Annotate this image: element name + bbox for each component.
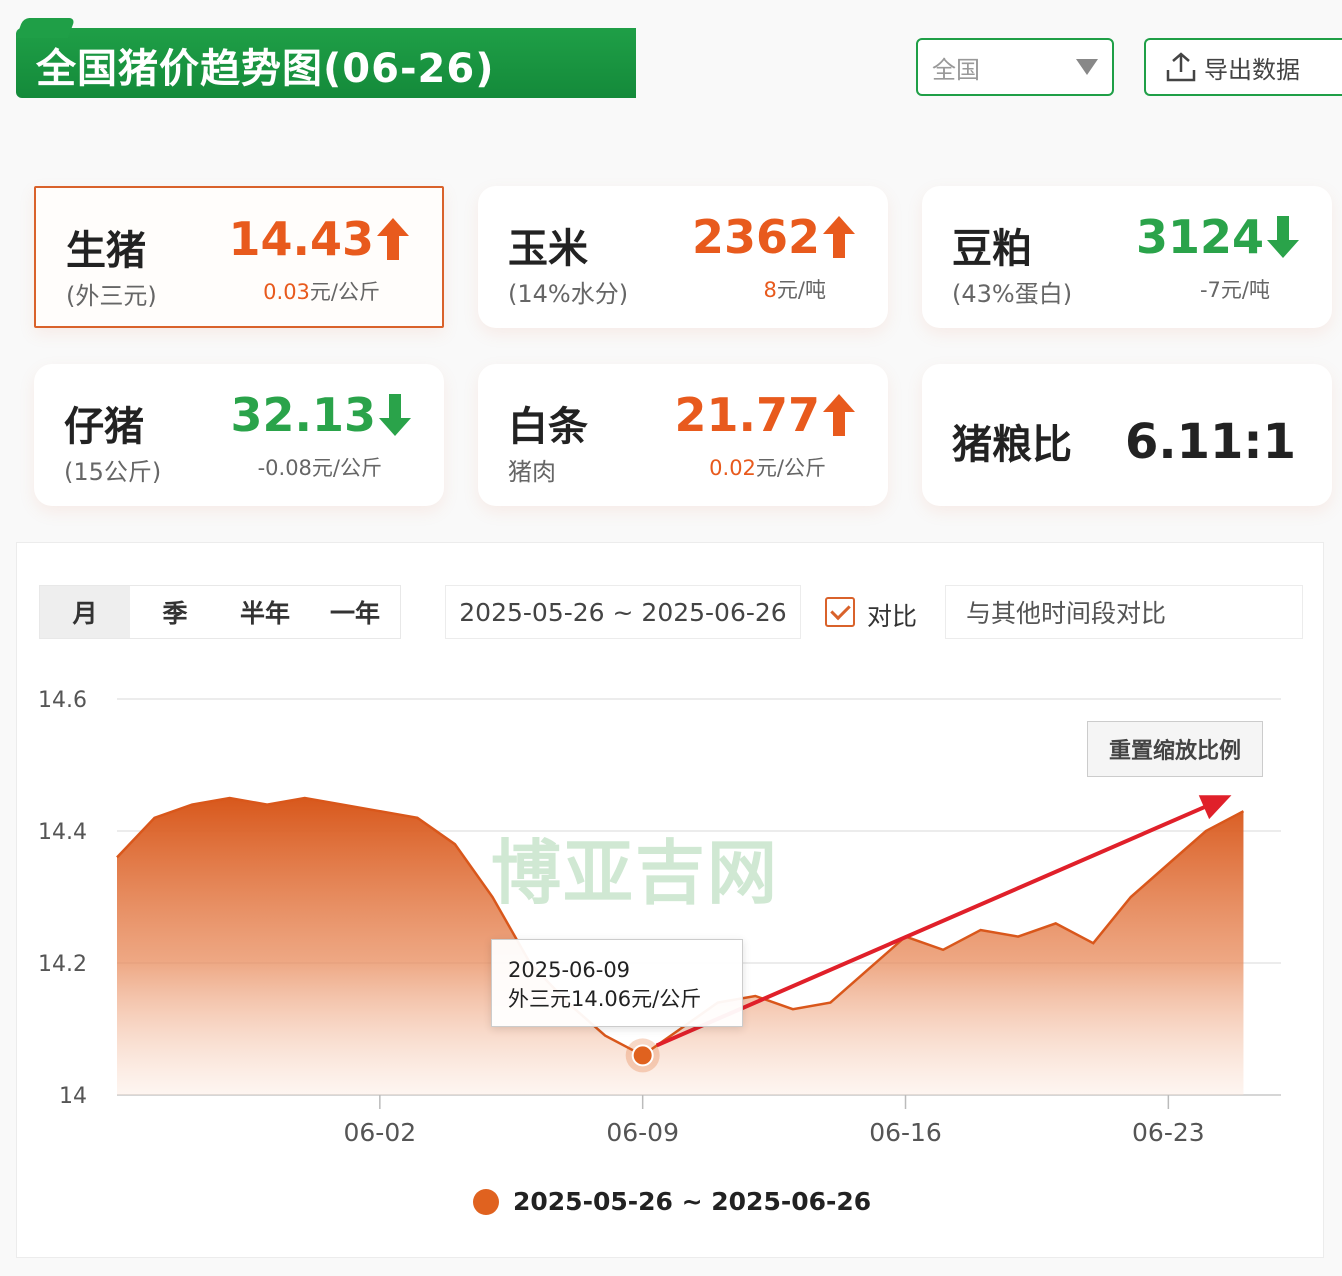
card-change: -7元/吨 (1200, 274, 1270, 304)
arrow-down-icon (1267, 216, 1299, 258)
y-tick-label: 14.6 (38, 688, 87, 713)
card-value-number: 32.13 (230, 388, 376, 442)
card-name: 玉米 (508, 226, 588, 272)
tooltip-text: 外三元14.06元/公斤 (508, 987, 702, 1011)
title-banner: 全国猪价趋势图(06-26) (16, 28, 636, 98)
region-select-value: 全国 (932, 55, 980, 84)
card-change-number: 0.03 (263, 280, 310, 304)
card-change: 0.02元/公斤 (709, 452, 826, 482)
x-tick-label: 06-23 (1132, 1118, 1205, 1147)
card-value: 32.13 (230, 388, 412, 442)
card-value-number: 14.43 (228, 212, 374, 266)
legend-label: 2025-05-26 ~ 2025-06-26 (513, 1187, 872, 1216)
card-change-unit: 元/公斤 (311, 456, 382, 480)
page-title: 全国猪价趋势图(06-26) (36, 46, 495, 92)
card-value: 3124 (1136, 210, 1300, 264)
card-value-number: 21.77 (674, 388, 820, 442)
card-change-unit: 元/吨 (1220, 278, 1270, 302)
card-change: 8元/吨 (764, 274, 826, 304)
reset-zoom-button[interactable]: 重置缩放比例 (1087, 721, 1263, 777)
card-soybean-meal[interactable]: 豆粕 (43%蛋白) 3124 -7元/吨 (922, 186, 1332, 328)
card-live-pig[interactable]: 生猪 (外三元) 14.43 0.03元/公斤 (34, 186, 444, 328)
arrow-up-icon (823, 216, 855, 258)
card-sub: (外三元) (66, 282, 157, 310)
card-corn[interactable]: 玉米 (14%水分) 2362 8元/吨 (478, 186, 888, 328)
card-value: 14.43 (228, 212, 410, 266)
card-sub: 猪肉 (508, 458, 556, 486)
y-tick-label: 14.2 (38, 952, 87, 977)
card-change-unit: 元/公斤 (755, 456, 826, 480)
card-change-unit: 元/公斤 (309, 280, 380, 304)
card-name: 猪粮比 (952, 422, 1072, 468)
arrow-down-icon (379, 394, 411, 436)
card-name: 白条 (508, 404, 588, 450)
x-tick-label: 06-16 (869, 1118, 942, 1147)
export-data-label: 导出数据 (1204, 55, 1300, 84)
card-change-number: 8 (763, 278, 777, 302)
chart-legend[interactable]: 2025-05-26 ~ 2025-06-26 (473, 1187, 871, 1216)
card-change-number: 0.02 (709, 456, 756, 480)
card-change-number: -7 (1199, 278, 1221, 302)
card-change: -0.08元/公斤 (258, 452, 382, 482)
x-tick-label: 06-02 (344, 1118, 417, 1147)
highlight-point (631, 1044, 654, 1067)
export-data-button[interactable]: 导出数据 (1144, 38, 1342, 96)
card-name: 仔猪 (64, 404, 144, 450)
tooltip-date: 2025-06-09 (508, 958, 631, 982)
upload-icon (1166, 52, 1196, 82)
x-tick-label: 06-09 (606, 1118, 679, 1147)
chart-tooltip: 2025-06-09 外三元14.06元/公斤 (491, 939, 743, 1027)
card-change: 0.03元/公斤 (263, 276, 380, 306)
card-change-unit: 元/吨 (776, 278, 826, 302)
card-value: 21.77 (674, 388, 856, 442)
card-value-number: 2362 (691, 210, 820, 264)
arrow-up-icon (377, 218, 409, 260)
card-value: 6.11:1 (1124, 414, 1296, 470)
y-tick-label: 14.4 (38, 820, 87, 845)
card-sub: (43%蛋白) (952, 280, 1073, 308)
card-sub: (14%水分) (508, 280, 629, 308)
chevron-down-icon (1076, 59, 1098, 75)
card-pig-grain-ratio[interactable]: 猪粮比 6.11:1 (922, 364, 1332, 506)
region-select[interactable]: 全国 (916, 38, 1114, 96)
card-name: 生猪 (66, 228, 146, 274)
chart-panel: 月 季 半年 一年 2025-05-26 ~ 2025-06-26 对比 与其他… (16, 542, 1324, 1258)
card-piglet[interactable]: 仔猪 (15公斤) 32.13 -0.08元/公斤 (34, 364, 444, 506)
card-name: 豆粕 (952, 226, 1032, 272)
card-carcass[interactable]: 白条猪肉 21.77 0.02元/公斤 (478, 364, 888, 506)
card-value: 2362 (692, 210, 856, 264)
card-sub: (15公斤) (64, 458, 162, 486)
price-chart[interactable]: 14 14.2 14.4 14.6 06-02 06-09 06-16 06-23 (17, 543, 1325, 1259)
arrow-up-icon (823, 394, 855, 436)
y-tick-label: 14 (59, 1084, 87, 1109)
card-change-number: -0.08 (257, 456, 312, 480)
legend-marker (473, 1188, 499, 1215)
card-value-number: 3124 (1135, 210, 1264, 264)
